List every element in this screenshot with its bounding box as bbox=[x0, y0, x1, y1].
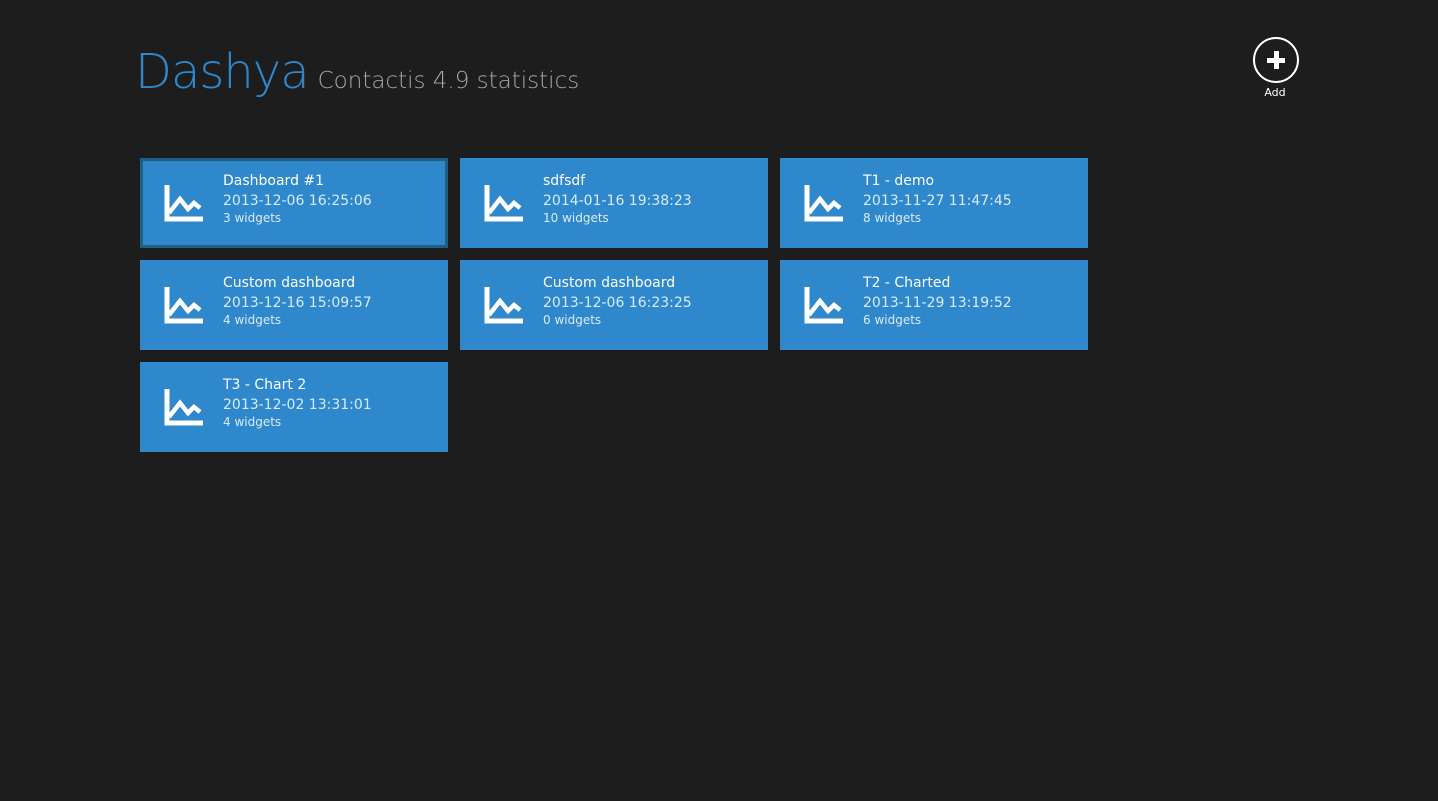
dashboard-name: Dashboard #1 bbox=[223, 173, 325, 189]
page-header: Dashya Contactis 4.9 statistics bbox=[135, 44, 579, 104]
dashboard-date: 2013-12-06 16:23:25 bbox=[543, 295, 692, 311]
dashboard-tile[interactable]: sdfsdf 2014-01-16 19:38:23 10 widgets bbox=[460, 158, 768, 248]
dashboard-name: T2 - Charted bbox=[863, 275, 951, 291]
line-chart-icon bbox=[484, 287, 523, 324]
dashboard-name: T1 - demo bbox=[863, 173, 935, 189]
widget-count: 4 widgets bbox=[223, 313, 282, 327]
tile-text: T2 - Charted 2013-11-29 13:19:52 6 widgets bbox=[863, 275, 1080, 328]
tile-text: T1 - demo 2013-11-27 11:47:45 8 widgets bbox=[863, 173, 1080, 226]
tile-text: Custom dashboard 2013-12-16 15:09:57 4 wid… bbox=[223, 275, 440, 328]
add-label: Add bbox=[1264, 86, 1286, 99]
line-chart-icon bbox=[164, 287, 203, 324]
tile-text: Dashboard #1 2013-12-06 16:25:06 3 widgets bbox=[223, 173, 437, 226]
plus-icon bbox=[1253, 37, 1299, 83]
line-chart-icon bbox=[804, 185, 843, 222]
app-title: Dashya bbox=[135, 44, 310, 100]
widget-count: 0 widgets bbox=[543, 313, 602, 327]
widget-count: 4 widgets bbox=[223, 415, 282, 429]
add-button[interactable]: Add bbox=[1252, 37, 1300, 103]
widget-count: 8 widgets bbox=[863, 211, 922, 225]
widget-count: 6 widgets bbox=[863, 313, 922, 327]
dashboard-date: 2013-12-16 15:09:57 bbox=[223, 295, 372, 311]
dashboard-name: T3 - Chart 2 bbox=[223, 377, 307, 393]
tile-text: T3 - Chart 2 2013-12-02 13:31:01 4 widgets bbox=[223, 377, 440, 430]
page-subtitle: Contactis 4.9 statistics bbox=[317, 68, 580, 94]
line-chart-icon bbox=[164, 389, 203, 426]
tile-text: sdfsdf 2014-01-16 19:38:23 10 widgets bbox=[543, 173, 760, 226]
dashboard-tile[interactable]: T3 - Chart 2 2013-12-02 13:31:01 4 widgets bbox=[140, 362, 448, 452]
dashboard-date: 2013-12-06 16:25:06 bbox=[223, 193, 372, 209]
widget-count: 3 widgets bbox=[223, 211, 282, 225]
dashboard-tile[interactable]: Custom dashboard 2013-12-06 16:23:25 0 wid… bbox=[460, 260, 768, 350]
dashboard-date: 2013-11-27 11:47:45 bbox=[863, 193, 1012, 209]
tile-text: Custom dashboard 2013-12-06 16:23:25 0 wid… bbox=[543, 275, 760, 328]
dashboard-date: 2013-12-02 13:31:01 bbox=[223, 397, 372, 413]
dashboard-tile[interactable]: Dashboard #1 2013-12-06 16:25:06 3 widgets bbox=[140, 158, 448, 248]
dashboard-date: 2014-01-16 19:38:23 bbox=[543, 193, 692, 209]
dashboard-date: 2013-11-29 13:19:52 bbox=[863, 295, 1012, 311]
line-chart-icon bbox=[804, 287, 843, 324]
dashboard-tile[interactable]: T1 - demo 2013-11-27 11:47:45 8 widgets bbox=[780, 158, 1088, 248]
dashboard-name: Custom dashboard bbox=[543, 275, 676, 291]
line-chart-icon bbox=[484, 185, 523, 222]
line-chart-icon bbox=[164, 185, 203, 222]
dashboard-name: Custom dashboard bbox=[223, 275, 356, 291]
dashboard-grid: Dashboard #1 2013-12-06 16:25:06 3 widgets… bbox=[140, 158, 1088, 452]
widget-count: 10 widgets bbox=[543, 211, 609, 225]
dashboard-tile[interactable]: T2 - Charted 2013-11-29 13:19:52 6 widgets bbox=[780, 260, 1088, 350]
dashboard-name: sdfsdf bbox=[543, 173, 586, 189]
dashboard-tile[interactable]: Custom dashboard 2013-12-16 15:09:57 4 wid… bbox=[140, 260, 448, 350]
